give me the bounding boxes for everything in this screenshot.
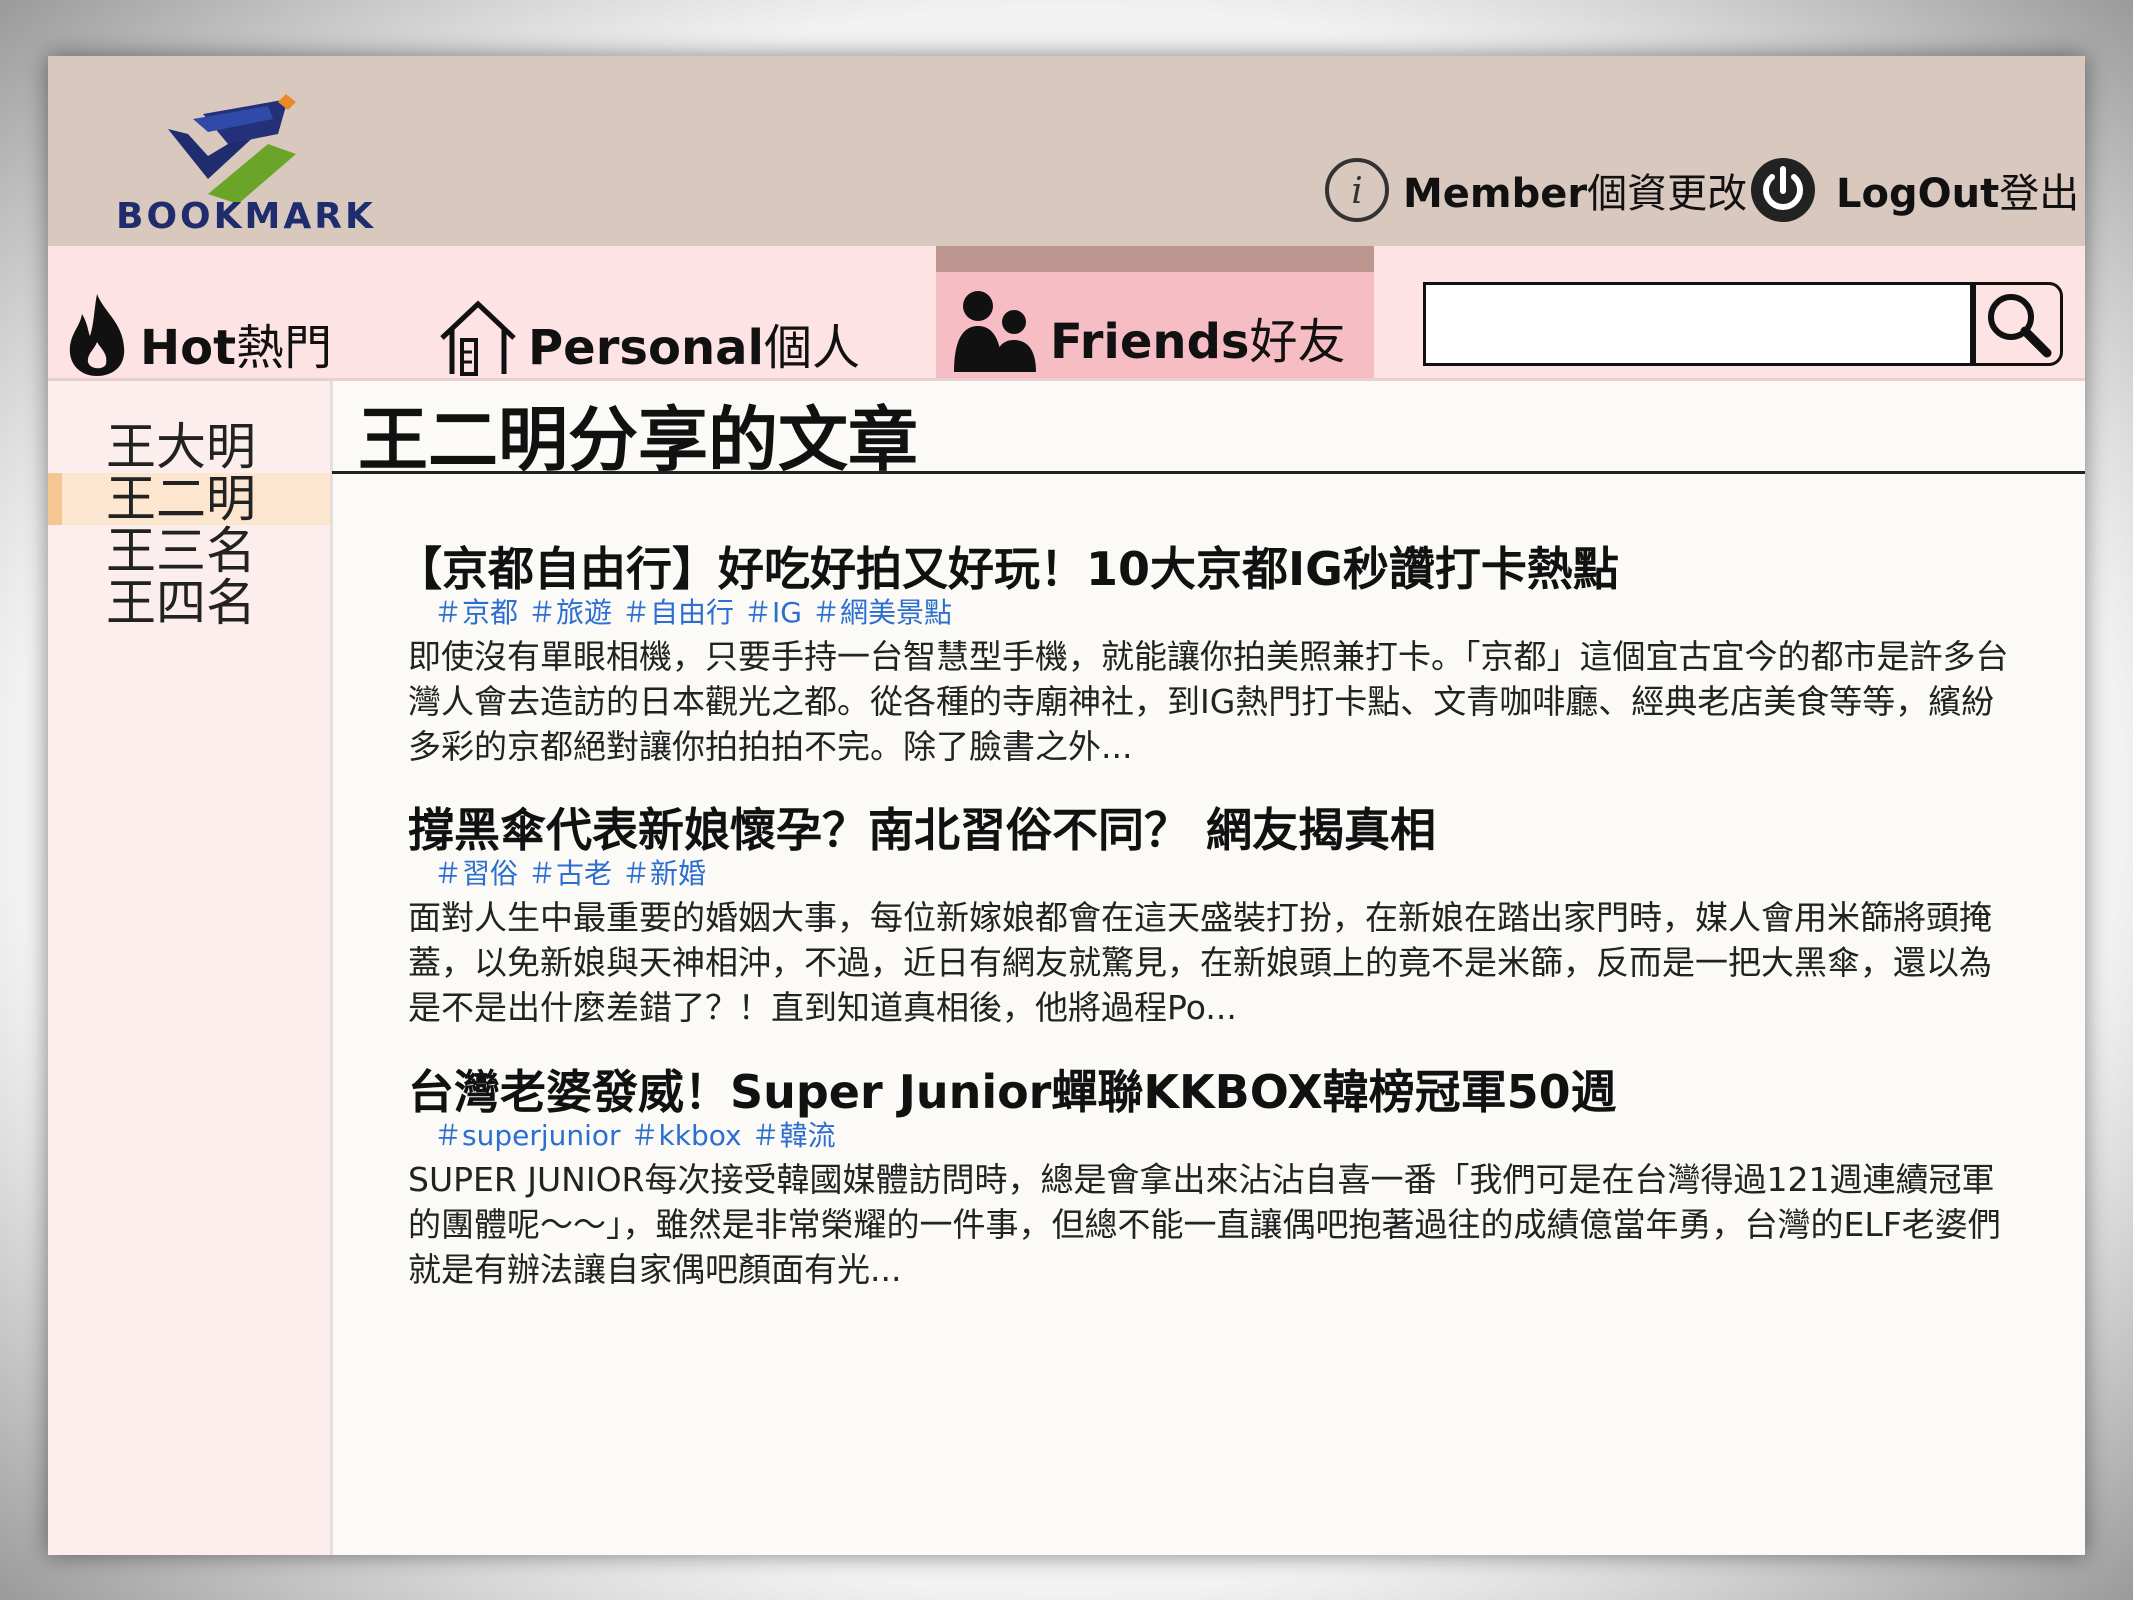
flame-icon xyxy=(69,294,125,376)
article-excerpt: 即使沒有單眼相機，只要手持一台智慧型手機，就能讓你拍美照兼打卡。「京都」這個宜古… xyxy=(408,637,2009,766)
house-icon xyxy=(440,300,516,376)
info-icon: i xyxy=(1325,158,1389,222)
article-title[interactable]: 【京都自由行】好吃好拍又好玩！10大京都IG秒讚打卡熱點 xyxy=(396,540,2048,598)
tag-link[interactable]: ＃kkbox xyxy=(631,1119,742,1152)
friend-item[interactable]: 王大明 xyxy=(48,421,330,473)
friend-item[interactable]: 王四名 xyxy=(48,577,330,629)
tag-link[interactable]: ＃新婚 xyxy=(622,857,706,890)
tag-link[interactable]: ＃網美景點 xyxy=(812,596,952,629)
tag-link[interactable]: ＃IG xyxy=(744,596,802,629)
tab-hot-label: Hot熱門 xyxy=(140,320,333,376)
svg-text:i: i xyxy=(1351,171,1363,212)
tab-hot[interactable]: Hot熱門 xyxy=(64,272,332,384)
member-label: Member個資更改 xyxy=(1403,171,1748,217)
title-divider xyxy=(332,471,2085,474)
article-tags: ＃京都 ＃旅遊 ＃自由行 ＃IG ＃網美景點 xyxy=(408,598,2048,628)
top-header: BOOKMARK i Member個資更改 LogOut登出 xyxy=(48,56,2085,246)
people-icon xyxy=(954,291,1036,372)
tag-link[interactable]: ＃自由行 xyxy=(622,596,734,629)
power-icon xyxy=(1751,158,1815,222)
search-icon xyxy=(1988,294,2052,358)
article-title[interactable]: 撐黑傘代表新娘懷孕？南北習俗不同？ 網友揭真相 xyxy=(408,801,2048,859)
logout-link[interactable]: LogOut登出 xyxy=(1748,152,2079,228)
nav-bar: Hot熱門 Personal個人 Friends好友 xyxy=(48,246,2085,381)
article-excerpt: 面對人生中最重要的婚姻大事，每位新嫁娘都會在這天盛裝打扮，在新娘在踏出家門時，媒… xyxy=(408,898,1992,1027)
article-card: 撐黑傘代表新娘懷孕？南北習俗不同？ 網友揭真相 ＃習俗 ＃古老 ＃新婚 面對人生中最… xyxy=(408,801,2048,1030)
tag-link[interactable]: ＃superjunior xyxy=(434,1119,621,1152)
tag-link[interactable]: ＃京都 xyxy=(434,596,518,629)
page-title: 王二明分享的文章 xyxy=(358,399,918,481)
tab-friends[interactable]: Friends好友 xyxy=(936,272,1374,378)
tag-link[interactable]: ＃韓流 xyxy=(752,1119,836,1152)
article-tags: ＃superjunior ＃kkbox ＃韓流 xyxy=(408,1121,2048,1151)
friend-list: 王大明 王二明 王三名 王四名 xyxy=(48,381,333,1555)
article-card: 【京都自由行】好吃好拍又好玩！10大京都IG秒讚打卡熱點 ＃京都 ＃旅遊 ＃自由行＃… xyxy=(396,540,2048,769)
tab-personal-label: Personal個人 xyxy=(528,320,860,376)
tab-personal[interactable]: Personal個人 xyxy=(438,272,860,384)
article-title[interactable]: 台灣老婆發威！Super Junior蟬聯KKBOX韓榜冠軍50週 xyxy=(408,1063,2048,1121)
friend-item-selected[interactable]: 王二明 xyxy=(48,473,330,525)
search-input[interactable] xyxy=(1423,282,1973,366)
app-window: BOOKMARK i Member個資更改 LogOut登出 Hot熱門 Per… xyxy=(48,56,2085,1555)
search-button[interactable] xyxy=(1973,282,2063,366)
tab-friends-label: Friends好友 xyxy=(1050,314,1346,370)
article-tags: ＃習俗 ＃古老 ＃新婚 xyxy=(408,859,2048,889)
tag-link[interactable]: ＃習俗 xyxy=(434,857,518,890)
tag-link[interactable]: ＃古老 xyxy=(528,857,612,890)
logout-label: LogOut登出 xyxy=(1836,171,2080,217)
article-excerpt: SUPER JUNIOR每次接受韓國媒體訪問時，總是會拿出來沾沾自喜一番「我們可… xyxy=(408,1160,2001,1289)
logo-text: BOOKMARK xyxy=(116,196,376,237)
tag-link[interactable]: ＃旅遊 xyxy=(528,596,612,629)
member-link[interactable]: i Member個資更改 xyxy=(1323,152,1747,228)
article-card: 台灣老婆發威！Super Junior蟬聯KKBOX韓榜冠軍50週 ＃super… xyxy=(408,1063,2048,1292)
book-logo-icon xyxy=(168,94,296,204)
friend-item[interactable]: 王三名 xyxy=(48,525,330,577)
